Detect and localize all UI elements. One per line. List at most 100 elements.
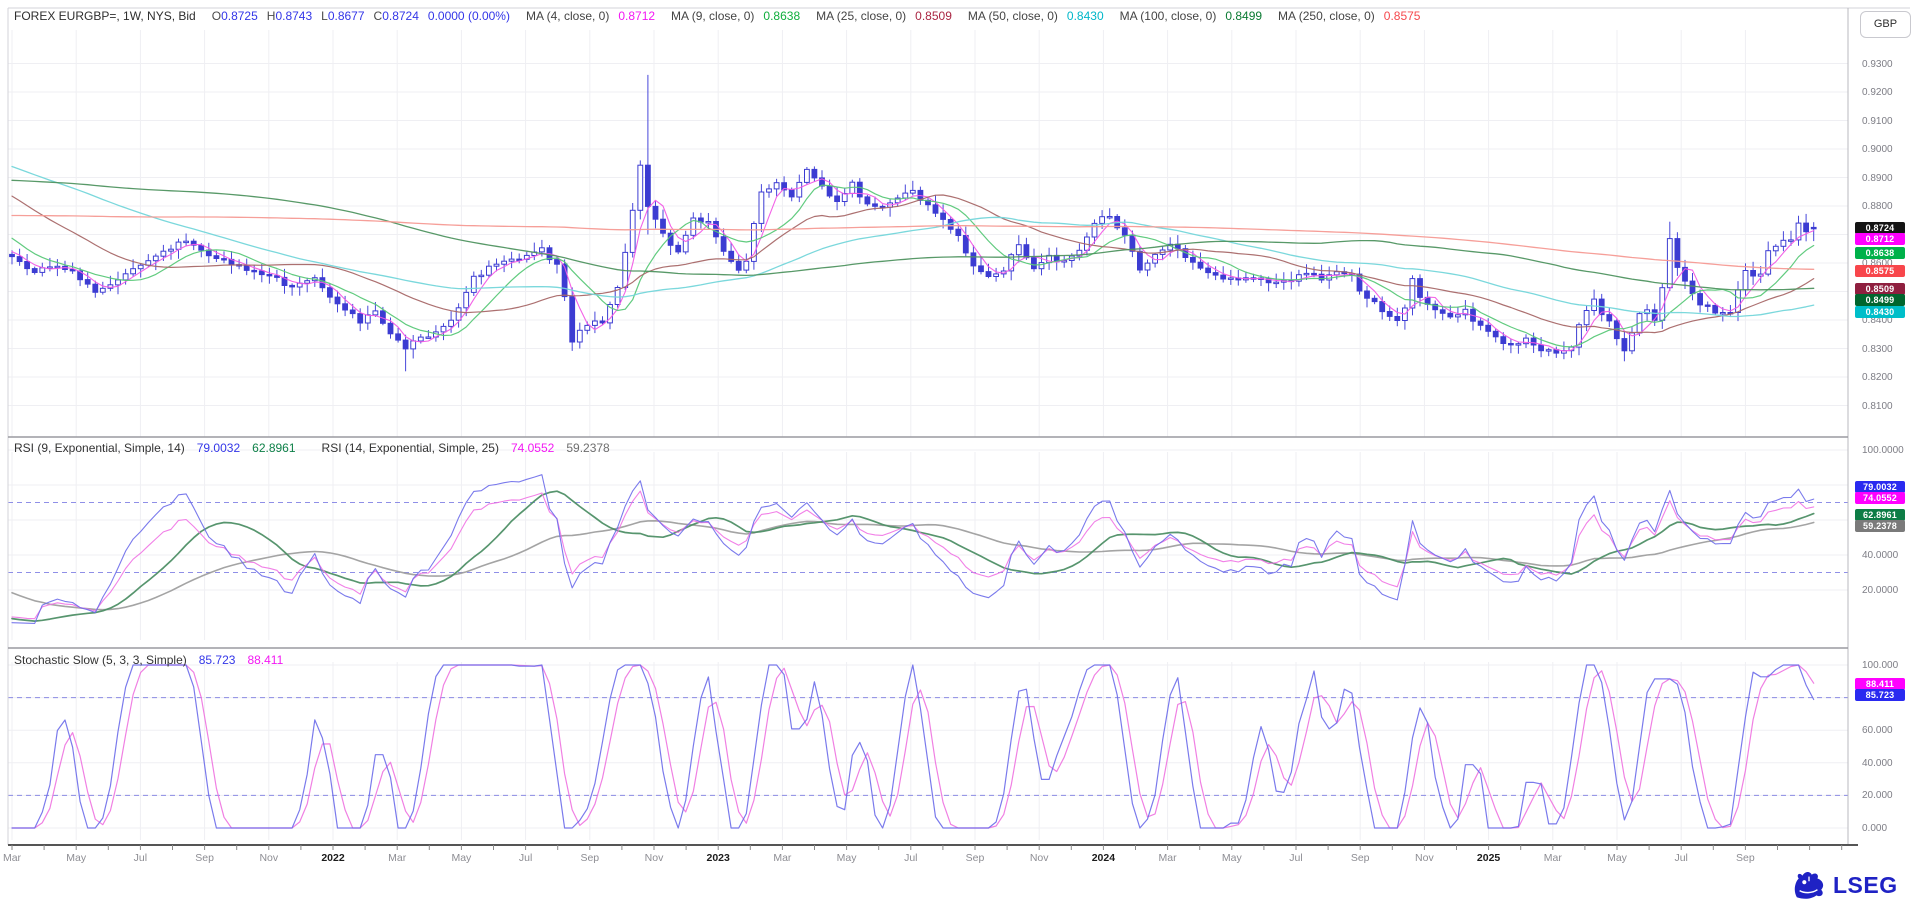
ma-label: MA (4, close, 0) xyxy=(526,9,609,23)
currency-axis-button[interactable]: GBP xyxy=(1860,11,1911,38)
time-axis-label: May xyxy=(451,852,471,864)
time-axis-label: Sep xyxy=(195,852,214,864)
time-axis-label: Mar xyxy=(388,852,406,864)
time-axis-label: May xyxy=(1607,852,1627,864)
price-axis-label: 0.8200 xyxy=(1862,372,1893,383)
time-axis-label: Mar xyxy=(3,852,21,864)
price-axis-label: 0.9300 xyxy=(1862,59,1893,70)
stoch-axis-label: 100.000 xyxy=(1862,660,1898,671)
time-axis-label: Sep xyxy=(1736,852,1755,864)
ohlc-item: C0.8724 xyxy=(374,9,419,23)
price-badge: 0.8499 xyxy=(1855,294,1905,306)
ma-legend-item: MA (100, close, 0) 0.8499 xyxy=(1120,9,1262,23)
ma-legend-item: MA (25, close, 0) 0.8509 xyxy=(816,9,952,23)
time-axis-label: 2022 xyxy=(321,852,344,864)
time-axis-label: 2024 xyxy=(1092,852,1115,864)
ma-legend-item: MA (250, close, 0) 0.8575 xyxy=(1278,9,1420,23)
ohlc-key: L xyxy=(321,9,328,23)
ohlc-item: L0.8677 xyxy=(321,9,364,23)
ohlc-value: 0.8724 xyxy=(382,9,419,23)
stoch-title-part: 88.411 xyxy=(247,653,283,667)
stoch-pane-title: Stochastic Slow (5, 3, 3, Simple) 85.723 8… xyxy=(14,653,283,667)
instrument-title: FOREX EURGBP=, 1W, NYS, Bid xyxy=(14,9,196,23)
ohlc-values: O0.8725 H0.8743 L0.8677 C0.8724 0.0000 (0.00… xyxy=(212,9,510,23)
rsi-title-part: 74.0552 xyxy=(511,441,554,455)
lseg-crest-icon xyxy=(1790,870,1828,900)
time-axis-label: May xyxy=(1222,852,1242,864)
price-axis-label: 0.8800 xyxy=(1862,201,1893,212)
time-axis-label: Sep xyxy=(580,852,599,864)
ma-value: 0.8430 xyxy=(1067,9,1104,23)
time-axis-label: May xyxy=(837,852,857,864)
rsi-badge: 74.0552 xyxy=(1855,492,1905,504)
time-axis-label: Mar xyxy=(1159,852,1177,864)
time-axis-label: Jul xyxy=(519,852,532,864)
ma-legend-item: MA (9, close, 0) 0.8638 xyxy=(671,9,800,23)
price-axis-label: 0.8300 xyxy=(1862,344,1893,355)
ohlc-item: O0.8725 xyxy=(212,9,258,23)
ma-label: MA (100, close, 0) xyxy=(1120,9,1217,23)
rsi-axis-label: 100.0000 xyxy=(1862,445,1904,456)
ohlc-key: O xyxy=(212,9,221,23)
time-axis-label: Jul xyxy=(904,852,917,864)
rsi-title-part: 79.0032 xyxy=(197,441,240,455)
price-axis-label: 0.8900 xyxy=(1862,173,1893,184)
stoch-title-part: Stochastic Slow (5, 3, 3, Simple) xyxy=(14,653,187,667)
stoch-axis-label: 0.000 xyxy=(1862,823,1887,834)
ma-value: 0.8638 xyxy=(763,9,800,23)
price-badge: 0.8575 xyxy=(1855,265,1905,277)
time-axis-label: Jul xyxy=(134,852,147,864)
ma-value: 0.8575 xyxy=(1384,9,1421,23)
change-value: 0.0000 (0.00%) xyxy=(428,9,510,23)
stoch-axis-label: 60.000 xyxy=(1862,725,1893,736)
rsi-axis-label: 20.0000 xyxy=(1862,585,1898,596)
stoch-axis-label: 40.000 xyxy=(1862,758,1893,769)
lseg-logo: LSEG xyxy=(1790,870,1898,900)
price-badge: 0.8638 xyxy=(1855,247,1905,259)
rsi-title-part: RSI (14, Exponential, Simple, 25) xyxy=(322,441,499,455)
rsi-pane-title: RSI (9, Exponential, Simple, 14) 79.0032 6… xyxy=(14,441,610,455)
ma-label: MA (25, close, 0) xyxy=(816,9,906,23)
ma-label: MA (250, close, 0) xyxy=(1278,9,1375,23)
ohlc-value: 0.8677 xyxy=(328,9,365,23)
chart-legend: FOREX EURGBP=, 1W, NYS, Bid O0.8725 H0.87… xyxy=(14,9,1420,23)
ohlc-item: H0.8743 xyxy=(267,9,312,23)
price-axis-label: 0.9200 xyxy=(1862,87,1893,98)
time-axis-label: May xyxy=(66,852,86,864)
rsi-title-part: RSI (9, Exponential, Simple, 14) xyxy=(14,441,185,455)
stoch-badge: 85.723 xyxy=(1855,689,1905,701)
price-badge: 0.8430 xyxy=(1855,306,1905,318)
ma-legend-item: MA (4, close, 0) 0.8712 xyxy=(526,9,655,23)
ma-value: 0.8499 xyxy=(1225,9,1262,23)
rsi-title-part: 62.8961 xyxy=(252,441,295,455)
price-axis-label: 0.9000 xyxy=(1862,144,1893,155)
ma-label: MA (50, close, 0) xyxy=(968,9,1058,23)
time-axis-label: Sep xyxy=(966,852,985,864)
ma-legend: MA (4, close, 0) 0.8712 MA (9, close, 0) 0.… xyxy=(526,9,1421,23)
time-axis-label: Mar xyxy=(773,852,791,864)
stoch-title-part: 85.723 xyxy=(199,653,236,667)
ma-label: MA (9, close, 0) xyxy=(671,9,754,23)
time-axis-label: Jul xyxy=(1674,852,1687,864)
time-axis-label: Nov xyxy=(259,852,278,864)
charting-app-window: FOREX EURGBP=, 1W, NYS, Bid O0.8725 H0.87… xyxy=(0,0,1916,905)
time-axis-label: Mar xyxy=(1544,852,1562,864)
ma-value: 0.8509 xyxy=(915,9,952,23)
time-axis-label: 2025 xyxy=(1477,852,1500,864)
price-badge: 0.8712 xyxy=(1855,233,1905,245)
rsi-badge: 59.2378 xyxy=(1855,520,1905,532)
time-axis-label: 2023 xyxy=(707,852,730,864)
ma-legend-item: MA (50, close, 0) 0.8430 xyxy=(968,9,1104,23)
ma-value: 0.8712 xyxy=(618,9,655,23)
time-axis-label: Jul xyxy=(1289,852,1302,864)
rsi-axis-label: 40.0000 xyxy=(1862,550,1898,561)
ohlc-value: 0.8725 xyxy=(221,9,258,23)
stoch-axis-label: 20.000 xyxy=(1862,790,1893,801)
time-axis-label: Nov xyxy=(645,852,664,864)
ohlc-value: 0.8743 xyxy=(275,9,312,23)
price-axis-label: 0.8100 xyxy=(1862,401,1893,412)
lseg-logo-text: LSEG xyxy=(1833,872,1898,899)
time-axis-label: Nov xyxy=(1415,852,1434,864)
rsi-title-part: 59.2378 xyxy=(566,441,609,455)
ohlc-key: C xyxy=(374,9,383,23)
